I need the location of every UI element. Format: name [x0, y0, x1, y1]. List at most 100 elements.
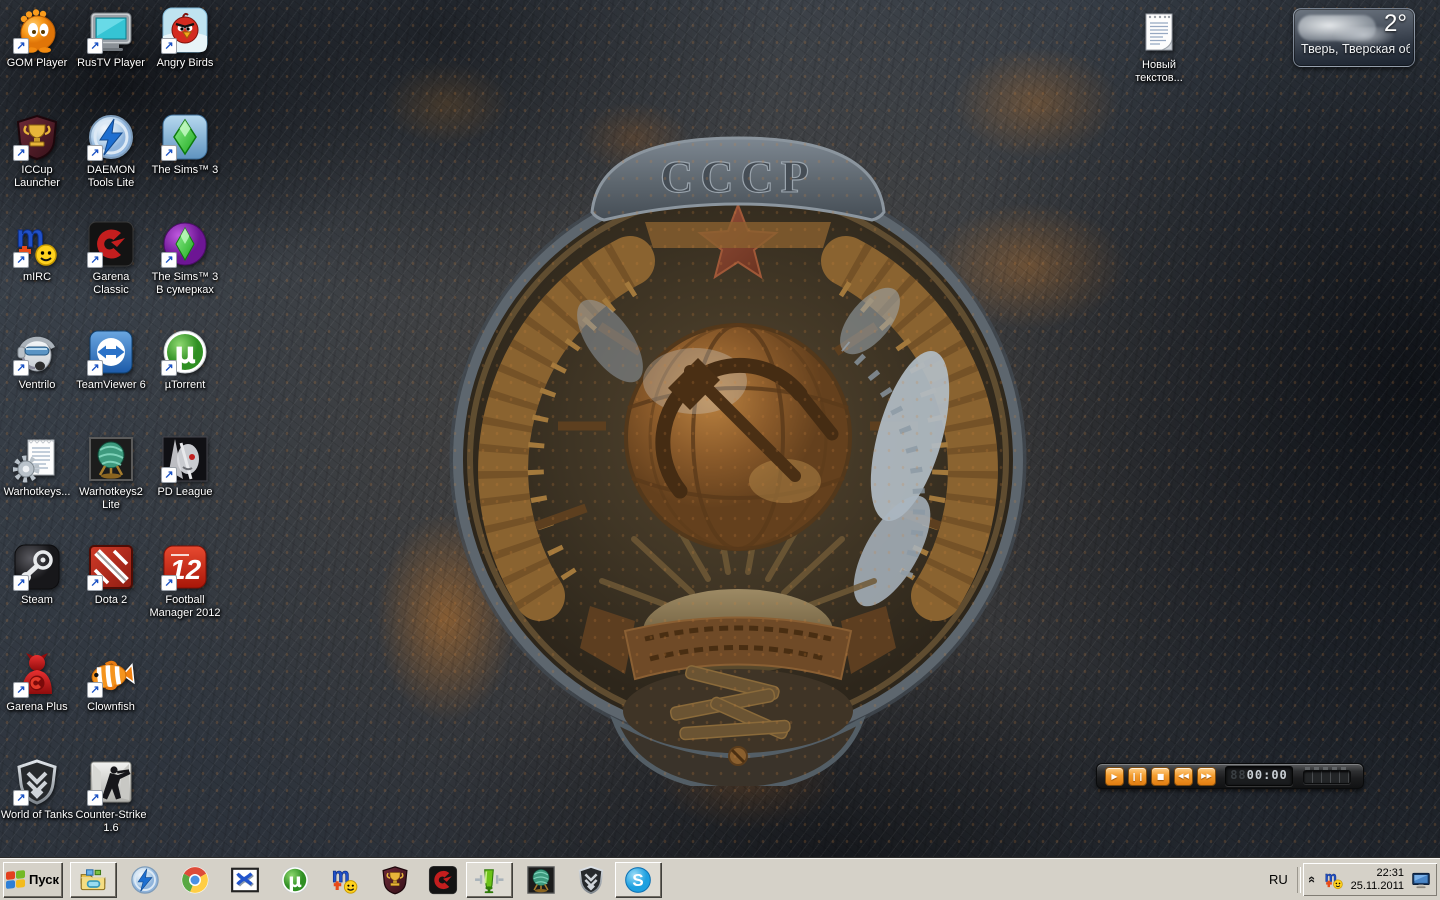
desktop-icon-label: Garena Plus [6, 701, 68, 713]
desktop-icon-world-of-tanks[interactable]: ↗ World of Tanks [0, 758, 74, 822]
desktop-icon-iccup-launcher[interactable]: ↗ ICCup Launcher [0, 113, 74, 190]
mirc-icon: m ↗ [13, 220, 61, 268]
weather-location: Тверь, Тверская об... [1301, 42, 1410, 56]
aimp-icon [474, 865, 504, 895]
desktop-icon-pd-league[interactable]: ↗ PD League [148, 435, 222, 499]
lcd-dim-digits: 88 [1230, 768, 1247, 782]
desktop-icon-label: PD League [157, 486, 213, 498]
steam-icon: ↗ [13, 543, 61, 591]
desktop-icon-label: Warhotkeys... [3, 486, 71, 498]
sims3-icon: ↗ [161, 113, 209, 161]
windows-logo-icon [6, 869, 25, 890]
clownfish-icon: ↗ [87, 650, 135, 698]
desktop-icon-label: Garena Classic [92, 271, 130, 296]
shortcut-arrow-overlay: ↗ [161, 252, 177, 268]
iccup-icon [380, 865, 410, 895]
desktop-icon-the-sims-3-dusk[interactable]: ↗ The Sims™ 3 В сумерках [148, 220, 222, 297]
fm12-icon: 12 ↗ [161, 543, 209, 591]
taskbar-item-daemon-tools[interactable] [122, 862, 168, 897]
media-progress-area [1303, 767, 1355, 785]
desktop-icon-teamviewer-6[interactable]: ↗ TeamViewer 6 [74, 328, 148, 392]
mirc-icon: m [330, 865, 360, 895]
skype-icon: S [623, 865, 653, 895]
shortcut-arrow-overlay: ↗ [13, 252, 29, 268]
shortcut-arrow-overlay: ↗ [87, 360, 103, 376]
svg-text:S: S [632, 869, 643, 889]
desktop-icon-label: Dota 2 [94, 594, 128, 606]
taskbar-item-garena[interactable] [420, 862, 466, 897]
desktop-icon-garena-classic[interactable]: ↗ Garena Classic [74, 220, 148, 297]
pdleague-icon: ↗ [161, 435, 209, 483]
desktop-icon-mirc[interactable]: m ↗ mIRC [0, 220, 74, 284]
stop-button[interactable]: ■ [1151, 766, 1170, 786]
desktop-icon-label: mIRC [22, 271, 52, 283]
warhotkeys2-icon [526, 865, 556, 895]
taskbar-item-skype[interactable]: S [615, 862, 661, 897]
shortcut-arrow-overlay: ↗ [161, 467, 177, 483]
language-indicator[interactable]: RU [1261, 872, 1295, 887]
desktop-icon-angry-birds[interactable]: ↗ Angry Birds [148, 6, 222, 70]
warhotkeys1-icon [13, 435, 61, 483]
taskbar-item-aimp[interactable] [466, 862, 512, 897]
display-tray-icon[interactable] [1411, 870, 1431, 890]
ussr-emblem-wallpaper: СССР [449, 136, 1027, 786]
desktop-icon-garena-plus[interactable]: ↗ Garena Plus [0, 650, 74, 714]
wot-icon: ↗ [13, 758, 61, 806]
desktop-icon-counter-strike-16[interactable]: ↗ Counter-Strike 1.6 [74, 758, 148, 835]
desktop-icon-label: Warhotkeys2 Lite [79, 486, 143, 511]
shortcut-arrow-overlay: ↗ [161, 360, 177, 376]
weather-gadget[interactable]: 2° Тверь, Тверская об... [1293, 8, 1415, 67]
rustv-icon: ↗ [87, 6, 135, 54]
tray-divider [1297, 866, 1302, 893]
taskbar-item-mirc[interactable]: m [322, 862, 368, 897]
utorrent-icon: µ ↗ [161, 328, 209, 376]
desktop-icon-dota-2[interactable]: ↗ Dota 2 [74, 543, 148, 607]
play-button[interactable]: ▶ [1105, 766, 1124, 786]
iccup-icon: ↗ [13, 113, 61, 161]
start-button[interactable]: Пуск [3, 862, 62, 897]
desktop-icon-utorrent[interactable]: µ ↗ µTorrent [148, 328, 222, 392]
taskbar-item-warhotkeys2[interactable] [518, 862, 564, 897]
garenaplus-icon: ↗ [13, 650, 61, 698]
garena-icon [428, 865, 458, 895]
desktop-icon-steam[interactable]: ↗ Steam [0, 543, 74, 607]
desktop-icon-rustv-player[interactable]: ↗ RusTV Player [74, 6, 148, 70]
taskbar-item-iccup[interactable] [372, 862, 418, 897]
taskbar-item-xfire[interactable] [222, 862, 268, 897]
rewind-button[interactable]: ◀◀ [1174, 766, 1193, 786]
shortcut-arrow-overlay: ↗ [13, 360, 29, 376]
desktop-icon-the-sims-3[interactable]: ↗ The Sims™ 3 [148, 113, 222, 177]
show-hidden-icons-chevron[interactable]: « [1305, 876, 1320, 883]
desktop-icon-clownfish[interactable]: ↗ Clownfish [74, 650, 148, 714]
taskbar-item-world-of-tanks[interactable] [568, 862, 614, 897]
desktop-icon-label: Ventrilo [18, 379, 56, 391]
desktop-icon-label: World of Tanks [0, 809, 74, 821]
desktop-icon-warhotkeys[interactable]: Warhotkeys... [0, 435, 74, 499]
shortcut-arrow-overlay: ↗ [161, 145, 177, 161]
desktop-icon-football-manager-2012[interactable]: 12 ↗ Football Manager 2012 [148, 543, 222, 620]
shortcut-arrow-overlay: ↗ [87, 575, 103, 591]
tray-panel: « m 22:31 25.11.2011 [1303, 863, 1437, 896]
teamviewer-icon: ↗ [87, 328, 135, 376]
shortcut-arrow-overlay: ↗ [87, 145, 103, 161]
taskbar: Пуск µ m S RU « m 22:31 25.11.2011 [0, 857, 1440, 900]
taskbar-item-chrome[interactable] [172, 862, 218, 897]
mirc-tray-icon[interactable]: m [1324, 870, 1344, 890]
taskbar-item-explorer-folder[interactable] [70, 862, 116, 897]
fast-forward-button[interactable]: ▶▶ [1197, 766, 1216, 786]
shortcut-arrow-overlay: ↗ [13, 790, 29, 806]
shortcut-arrow-overlay: ↗ [87, 790, 103, 806]
desktop-icon-gom-player[interactable]: ↗ GOM Player [0, 6, 74, 70]
daemon-icon: ↗ [87, 113, 135, 161]
desktop-icon-new-text-document[interactable]: Новый текстов... [1122, 8, 1196, 85]
media-progress-bar[interactable] [1303, 770, 1351, 784]
taskbar-item-utorrent[interactable]: µ [272, 862, 318, 897]
desktop-icon-daemon-tools-lite[interactable]: ↗ DAEMON Tools Lite [74, 113, 148, 190]
cs16-icon: ↗ [87, 758, 135, 806]
pause-button[interactable]: ❙❙ [1128, 766, 1147, 786]
desktop-icon-warhotkeys2-lite[interactable]: Warhotkeys2 Lite [74, 435, 148, 512]
tray-clock[interactable]: 22:31 25.11.2011 [1351, 867, 1404, 893]
lcd-time: 00:00 [1246, 768, 1288, 782]
media-time-display: 8800:00 [1225, 766, 1293, 786]
desktop-icon-ventrilo[interactable]: ↗ Ventrilo [0, 328, 74, 392]
